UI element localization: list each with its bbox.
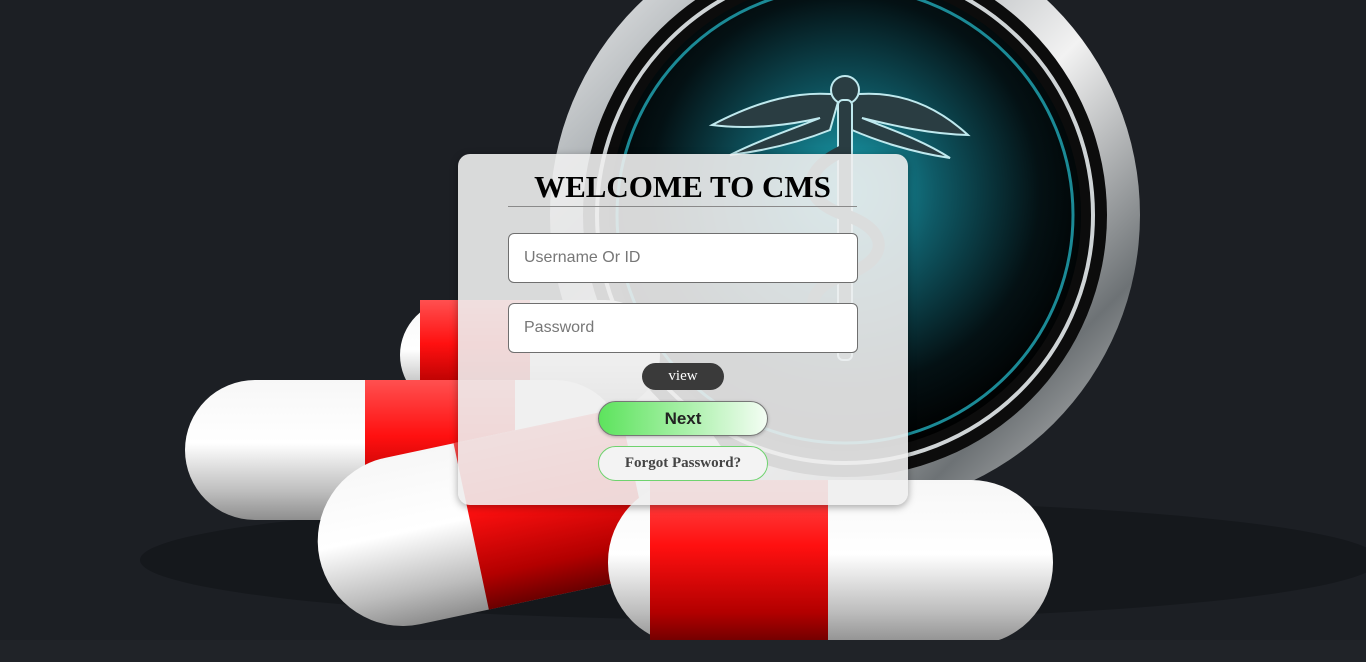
username-input[interactable] [508,233,858,283]
view-password-button[interactable]: view [642,363,724,390]
login-card: WELCOME TO CMS view Next Forgot Password… [458,154,908,505]
forgot-password-button[interactable]: Forgot Password? [598,446,768,481]
next-button[interactable]: Next [598,401,768,436]
page-title: WELCOME TO CMS [508,168,857,207]
password-input[interactable] [508,303,858,353]
